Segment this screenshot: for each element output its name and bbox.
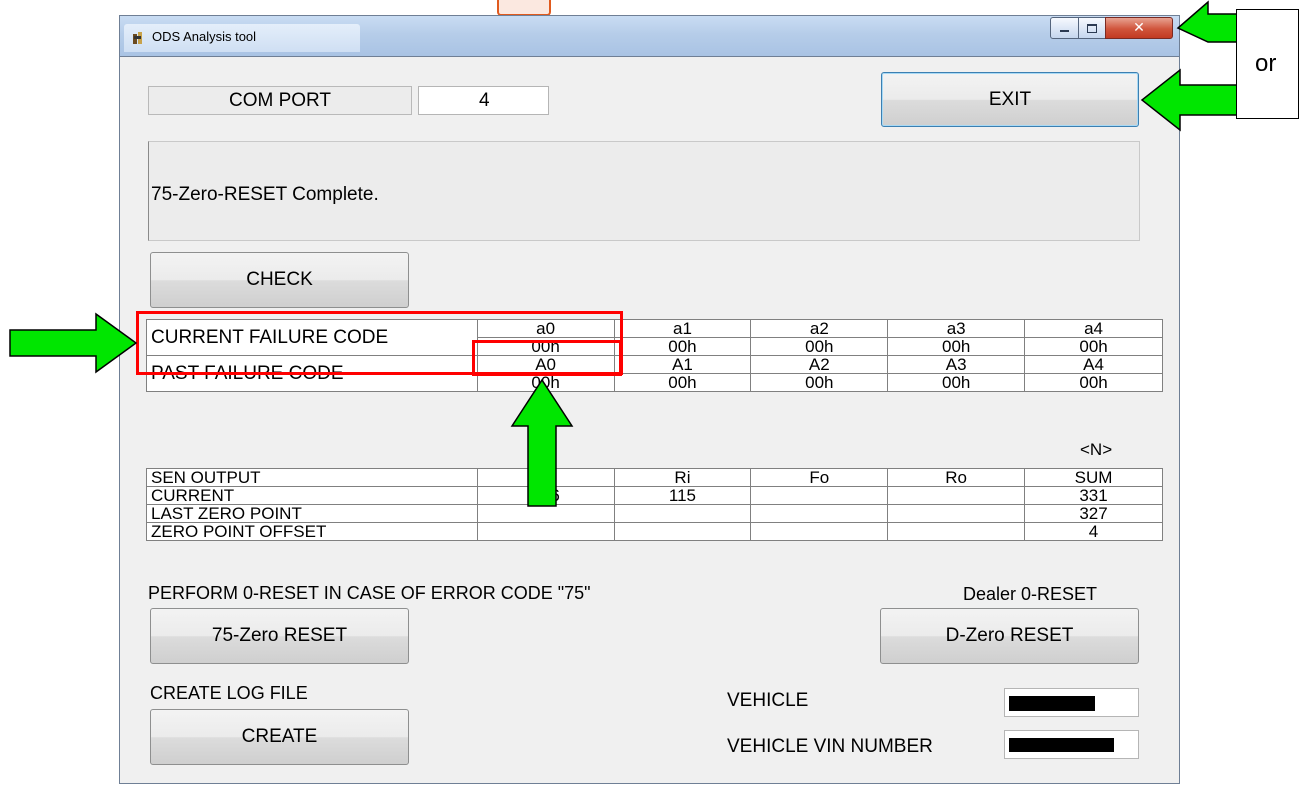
current-value-a1: 00h — [613, 337, 752, 356]
sensor-header-sum: SUM — [1024, 468, 1163, 487]
maximize-button[interactable] — [1078, 17, 1106, 39]
dzero-reset-button[interactable]: D-Zero RESET — [880, 608, 1139, 664]
check-button[interactable]: CHECK — [150, 252, 409, 308]
com-port-label-box: COM PORT — [148, 86, 412, 115]
past-value-a1: 00h — [613, 373, 752, 392]
status-panel: 75-Zero-RESET Complete. — [148, 141, 1140, 241]
past-header-a1: A1 — [613, 355, 752, 374]
table-row: ZERO POINT OFFSET 4 — [146, 522, 1163, 541]
cell — [750, 522, 889, 541]
cell — [613, 522, 752, 541]
arrow-left-icon — [1140, 68, 1239, 132]
reset-instruction: PERFORM 0-RESET IN CASE OF ERROR CODE "7… — [148, 583, 591, 603]
status-message: 75-Zero-RESET Complete. — [151, 184, 379, 205]
current-value-a2: 00h — [750, 337, 889, 356]
past-header-a4: A4 — [1024, 355, 1163, 374]
cell: 327 — [1024, 504, 1163, 523]
arrow-up-icon — [510, 378, 574, 507]
or-text: or — [1255, 50, 1277, 77]
current-value-a4: 00h — [1024, 337, 1163, 356]
check-button-label: CHECK — [246, 269, 313, 290]
com-port-field[interactable]: 4 — [418, 86, 549, 115]
highlight-a0-value — [472, 340, 622, 376]
zero75-reset-label: 75-Zero RESET — [211, 625, 348, 646]
cell — [887, 504, 1026, 523]
arrow-right-icon — [9, 312, 138, 374]
sensor-header-ro: Ro — [887, 468, 1026, 487]
cell — [750, 486, 889, 505]
exit-button-label: EXIT — [988, 88, 1032, 110]
vehicle-redaction — [1009, 696, 1095, 711]
sensor-output-table: SEN OUTPUT Ri Fo Ro SUM CURRENT 216 115 … — [146, 468, 1163, 541]
exit-button[interactable]: EXIT — [881, 72, 1139, 127]
log-file-label: CREATE LOG FILE — [150, 683, 308, 703]
maximize-icon — [1087, 23, 1097, 33]
current-header-a1: a1 — [613, 319, 752, 338]
unit-label: <N> — [1080, 440, 1113, 459]
cell — [750, 504, 889, 523]
current-header-a4: a4 — [1024, 319, 1163, 338]
dzero-reset-label: D-Zero RESET — [945, 625, 1074, 646]
row-label: ZERO POINT OFFSET — [146, 522, 478, 541]
minimize-button[interactable] — [1050, 17, 1079, 39]
com-port-value: 4 — [479, 89, 490, 111]
past-value-a3: 00h — [887, 373, 1026, 392]
window-controls: ✕ — [1050, 17, 1173, 39]
cell — [476, 522, 615, 541]
sensor-header-0: SEN OUTPUT — [146, 468, 478, 487]
past-value-a4: 00h — [1024, 373, 1163, 392]
annotation-partial-box — [497, 0, 551, 16]
vehicle-vin-label: VEHICLE VIN NUMBER — [727, 736, 933, 757]
cell: 4 — [1024, 522, 1163, 541]
dealer-reset-label: Dealer 0-RESET — [963, 584, 1098, 604]
row-label: LAST ZERO POINT — [146, 504, 478, 523]
close-icon: ✕ — [1133, 20, 1145, 36]
create-log-label: CREATE — [241, 726, 318, 747]
past-header-a3: A3 — [887, 355, 1026, 374]
minimize-icon — [1060, 30, 1069, 32]
past-header-a2: A2 — [750, 355, 889, 374]
current-header-a3: a3 — [887, 319, 1026, 338]
vin-field[interactable] — [1004, 730, 1139, 759]
past-value-a2: 00h — [750, 373, 889, 392]
cell — [887, 522, 1026, 541]
vehicle-label: VEHICLE — [727, 690, 809, 711]
cell: 115 — [613, 486, 752, 505]
cell: 331 — [1024, 486, 1163, 505]
vin-redaction — [1009, 738, 1114, 752]
table-row: CURRENT 216 115 331 — [146, 486, 1163, 505]
row-label: CURRENT — [146, 486, 478, 505]
zero75-reset-button[interactable]: 75-Zero RESET — [150, 608, 409, 664]
sensor-header-fo: Fo — [750, 468, 889, 487]
close-button[interactable]: ✕ — [1105, 17, 1173, 39]
or-callout: or — [1236, 9, 1299, 119]
com-port-label: COM PORT — [228, 89, 332, 111]
window-title: ODS Analysis tool — [152, 29, 257, 44]
current-value-a3: 00h — [887, 337, 1026, 356]
sensor-header-ri: Ri — [613, 468, 752, 487]
cell — [613, 504, 752, 523]
vehicle-field[interactable] — [1004, 688, 1139, 717]
create-log-button[interactable]: CREATE — [150, 709, 409, 765]
cell — [887, 486, 1026, 505]
table-row: LAST ZERO POINT 327 — [146, 504, 1163, 523]
app-icon — [133, 32, 142, 44]
current-header-a2: a2 — [750, 319, 889, 338]
